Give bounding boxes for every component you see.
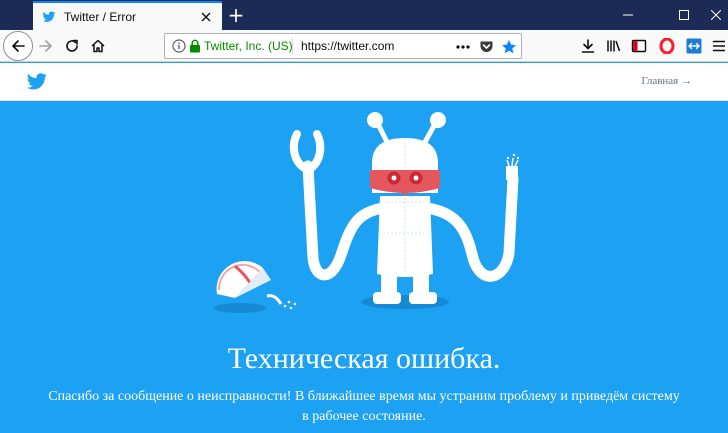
back-button[interactable] bbox=[3, 31, 33, 61]
broken-robot-illustration bbox=[214, 112, 520, 313]
lock-icon[interactable] bbox=[189, 39, 201, 53]
close-window-button[interactable] bbox=[696, 0, 728, 30]
menu-button[interactable] bbox=[708, 35, 728, 57]
library-button[interactable] bbox=[603, 35, 625, 57]
reload-button[interactable] bbox=[60, 34, 84, 58]
download-icon bbox=[581, 39, 595, 53]
reload-icon bbox=[66, 39, 78, 52]
home-icon bbox=[91, 39, 105, 53]
site-header: Главная → bbox=[0, 63, 728, 101]
error-title: Техническая ошибка. bbox=[227, 342, 501, 375]
url-text[interactable]: https://twitter.com bbox=[301, 39, 394, 53]
home-button[interactable] bbox=[86, 34, 110, 58]
swap-arrows-icon bbox=[686, 38, 702, 54]
forward-button[interactable] bbox=[34, 34, 58, 58]
star-icon bbox=[502, 40, 516, 54]
hamburger-menu-icon bbox=[713, 40, 725, 52]
address-bar[interactable]: Twitter, Inc. (US) https://twitter.com bbox=[164, 33, 522, 59]
tab-strip: Twitter / Error + bbox=[0, 0, 728, 30]
tab-close-icon[interactable] bbox=[198, 9, 214, 25]
sidebar-icon bbox=[631, 39, 647, 53]
minimize-button[interactable] bbox=[608, 0, 648, 30]
translate-extension-button[interactable] bbox=[683, 35, 705, 57]
arrow-left-icon bbox=[12, 40, 25, 52]
twitter-bird-icon[interactable] bbox=[27, 73, 47, 90]
home-link[interactable]: Главная → bbox=[641, 75, 692, 87]
navigation-toolbar: Twitter, Inc. (US) https://twitter.com bbox=[0, 30, 728, 62]
url-separator bbox=[292, 38, 293, 55]
tab-title: Twitter / Error bbox=[64, 9, 137, 24]
twitter-bird-icon bbox=[42, 11, 56, 22]
bookmark-star-button[interactable] bbox=[500, 38, 518, 56]
error-message: Спасибо за сообщение о неисправности! В … bbox=[48, 389, 680, 424]
downloads-button[interactable] bbox=[577, 35, 599, 57]
new-tab-button[interactable]: + bbox=[226, 5, 246, 25]
site-identity-label[interactable]: Twitter, Inc. (US) bbox=[204, 39, 293, 53]
pocket-icon bbox=[480, 41, 492, 52]
library-icon bbox=[607, 40, 621, 52]
pocket-button[interactable] bbox=[477, 38, 495, 56]
opera-icon bbox=[659, 38, 675, 54]
browser-tab[interactable]: Twitter / Error bbox=[33, 1, 222, 30]
sidebar-button[interactable] bbox=[628, 35, 650, 57]
more-dots-icon bbox=[456, 45, 470, 49]
page-actions-button[interactable] bbox=[454, 38, 472, 56]
opera-extension-button[interactable] bbox=[656, 35, 678, 57]
arrow-right-icon bbox=[39, 40, 52, 52]
info-icon[interactable] bbox=[172, 39, 186, 53]
